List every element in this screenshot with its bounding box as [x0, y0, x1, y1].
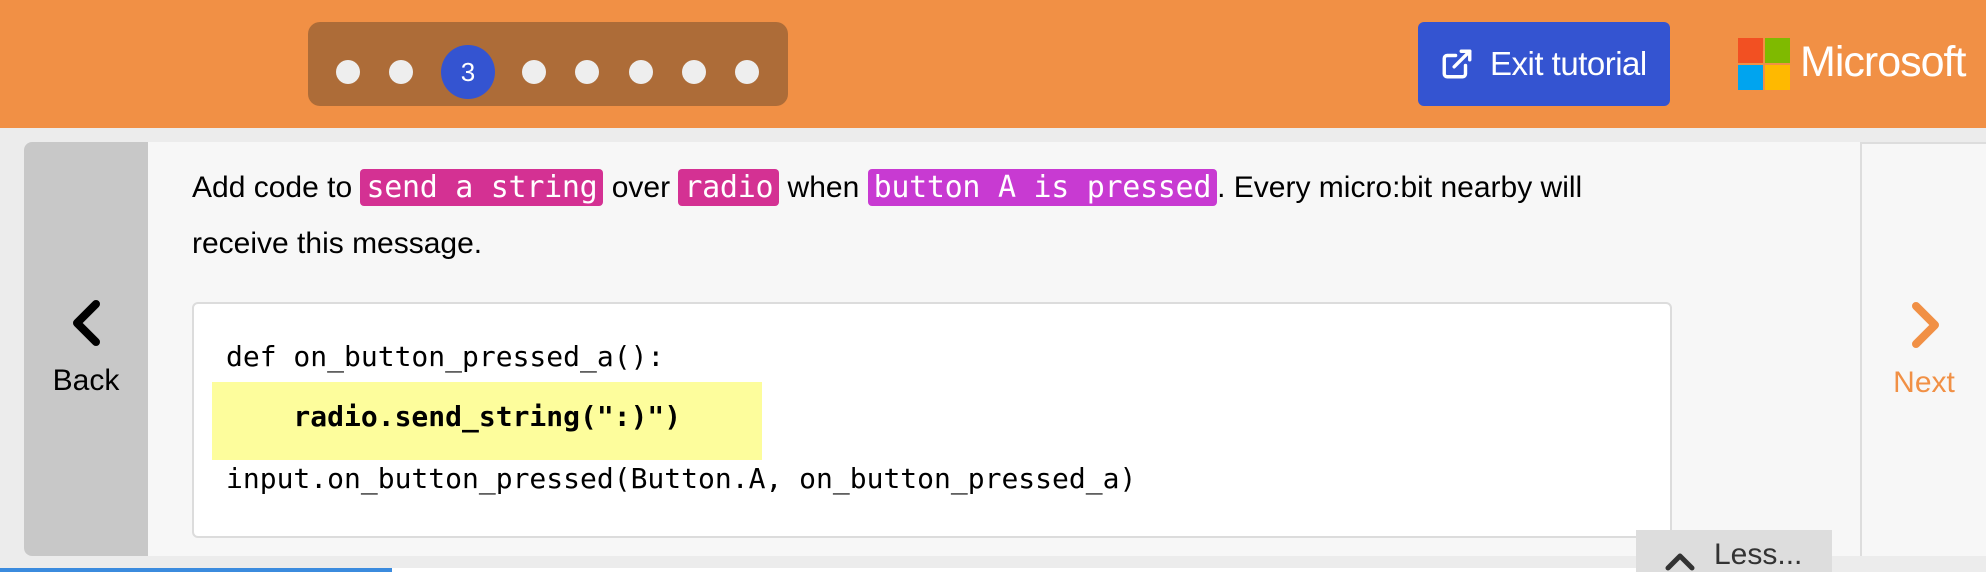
exit-tutorial-button[interactable]: Exit tutorial [1418, 22, 1670, 106]
step-dot-4[interactable] [522, 60, 546, 84]
step-dot-8[interactable] [735, 60, 759, 84]
step-dot-5[interactable] [575, 60, 599, 84]
instruction-part-1: Add code to [192, 171, 361, 204]
back-label: Back [52, 364, 120, 397]
bottom-divider [392, 568, 1636, 572]
code-tag-radio[interactable]: radio [678, 169, 780, 206]
show-less-button[interactable]: Less... [1636, 530, 1832, 572]
code-tag-send-string[interactable]: send a string [360, 169, 604, 206]
step-dot-1[interactable] [336, 60, 360, 84]
code-line-1: def on_button_pressed_a(): [226, 340, 665, 373]
chevron-up-icon [1665, 553, 1695, 571]
code-line-2-highlighted: radio.send_string(":)") [226, 400, 682, 433]
code-tag-button-pressed[interactable]: button A is pressed [867, 169, 1218, 206]
step-dot-2[interactable] [389, 60, 413, 84]
code-snippet: def on_button_pressed_a(): radio.send_st… [192, 302, 1672, 538]
next-button[interactable]: Next [1860, 142, 1986, 556]
exit-tutorial-label: Exit tutorial [1490, 45, 1647, 82]
instruction-text: Add code to send a string over radio whe… [192, 160, 1672, 272]
show-less-label: Less... [1714, 538, 1803, 571]
microsoft-brand-text: Microsoft [1800, 38, 1966, 86]
code-line-3: input.on_button_pressed(Button.A, on_but… [226, 462, 1137, 495]
chevron-left-icon [73, 300, 100, 346]
next-label: Next [1893, 366, 1955, 399]
back-button[interactable]: Back [24, 142, 148, 556]
chevron-right-icon [1912, 302, 1939, 348]
microsoft-logo-icon [1738, 38, 1790, 90]
step-dot-7[interactable] [682, 60, 706, 84]
step-progress: 3 [308, 22, 788, 106]
step-dot-current[interactable]: 3 [441, 45, 495, 99]
step-dot-6[interactable] [629, 60, 653, 84]
instruction-part-3: when [779, 171, 868, 204]
tutorial-header: 3 Exit tutorial Microsoft [0, 0, 1986, 128]
instruction-part-2: over [603, 171, 679, 204]
external-link-icon [1442, 49, 1472, 79]
bottom-accent-bar [0, 568, 392, 572]
